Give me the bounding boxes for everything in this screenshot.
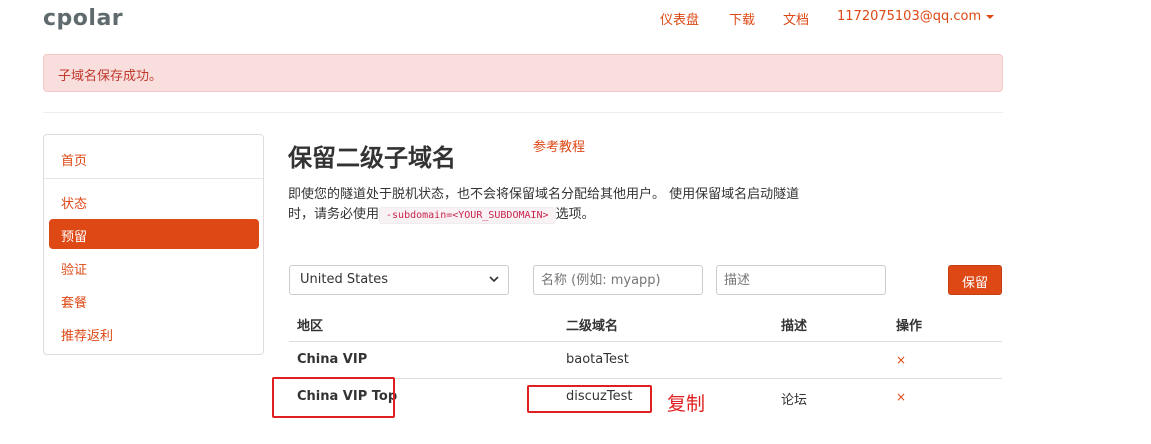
description-prefix: 时，请务必使用 [288, 207, 380, 222]
caret-down-icon [986, 14, 995, 19]
page-title: 保留二级子域名 [288, 144, 456, 172]
user-email: 1172075103@qq.com [837, 9, 982, 24]
user-menu-dropdown[interactable]: 1172075103@qq.com [837, 9, 995, 24]
description-line-1: 即使您的隧道处于脱机状态，也不会将保留域名分配给其他用户。 使用保留域名启动隧道 [288, 187, 800, 202]
table-header-divider [289, 341, 1002, 342]
description-line-2: 时，请务必使用 -subdomain=<YOUR_SUBDOMAIN> 选项。 [288, 205, 848, 226]
brand-logo[interactable]: cpolar [43, 6, 123, 31]
sidebar-divider [44, 178, 263, 179]
sidebar-item-home[interactable]: 首页 [49, 143, 259, 173]
column-header-region: 地区 [297, 319, 324, 334]
sidebar-item-referral[interactable]: 推荐返利 [49, 318, 259, 348]
sidebar-item-plan[interactable]: 套餐 [49, 285, 259, 315]
annotation-copy-label: 复制 [667, 393, 706, 415]
region-select-value: United States [300, 272, 389, 287]
chevron-down-icon [488, 273, 500, 289]
annotation-box-region [272, 377, 395, 418]
nav-dashboard-link[interactable]: 仪表盘 [660, 9, 699, 28]
nav-download-link[interactable]: 下载 [729, 9, 755, 28]
sidebar-item-status[interactable]: 状态 [49, 186, 259, 216]
nav-docs-link[interactable]: 文档 [783, 9, 809, 28]
reference-tutorial-link[interactable]: 参考教程 [533, 136, 585, 155]
subdomain-flag-code: -subdomain=<YOUR_SUBDOMAIN> [379, 207, 556, 224]
alert-text: 子域名保存成功。 [58, 69, 163, 84]
subdomain-name-input[interactable] [533, 265, 703, 295]
sidebar-item-verify[interactable]: 验证 [49, 252, 259, 282]
row-2-description: 论坛 [781, 393, 808, 408]
page: cpolar 仪表盘 下载 文档 1172075103@qq.com 子域名保存… [0, 0, 1151, 444]
description: 即使您的隧道处于脱机状态，也不会将保留域名分配给其他用户。 使用保留域名启动隧道… [288, 185, 848, 226]
reserve-button[interactable]: 保留 [948, 265, 1002, 295]
sidebar: 首页 状态 预留 验证 套餐 推荐返利 [43, 134, 264, 355]
success-alert: 子域名保存成功。 [43, 54, 1003, 92]
row-1-region: China VIP [297, 352, 368, 367]
annotation-box-subdomain [527, 385, 652, 413]
divider [43, 112, 1003, 113]
column-header-action: 操作 [896, 319, 923, 334]
column-header-subdomain: 二级域名 [566, 319, 619, 334]
row-1-subdomain[interactable]: baotaTest [566, 352, 629, 367]
description-input[interactable] [716, 265, 886, 295]
sidebar-item-reserved[interactable]: 预留 [49, 219, 259, 249]
row-2-delete-icon[interactable]: × [896, 390, 906, 404]
description-suffix: 选项。 [555, 207, 595, 222]
row-1-delete-icon[interactable]: × [896, 353, 906, 367]
column-header-description: 描述 [781, 319, 808, 334]
table-row-divider [289, 378, 1002, 379]
region-select[interactable]: United States [289, 265, 509, 295]
